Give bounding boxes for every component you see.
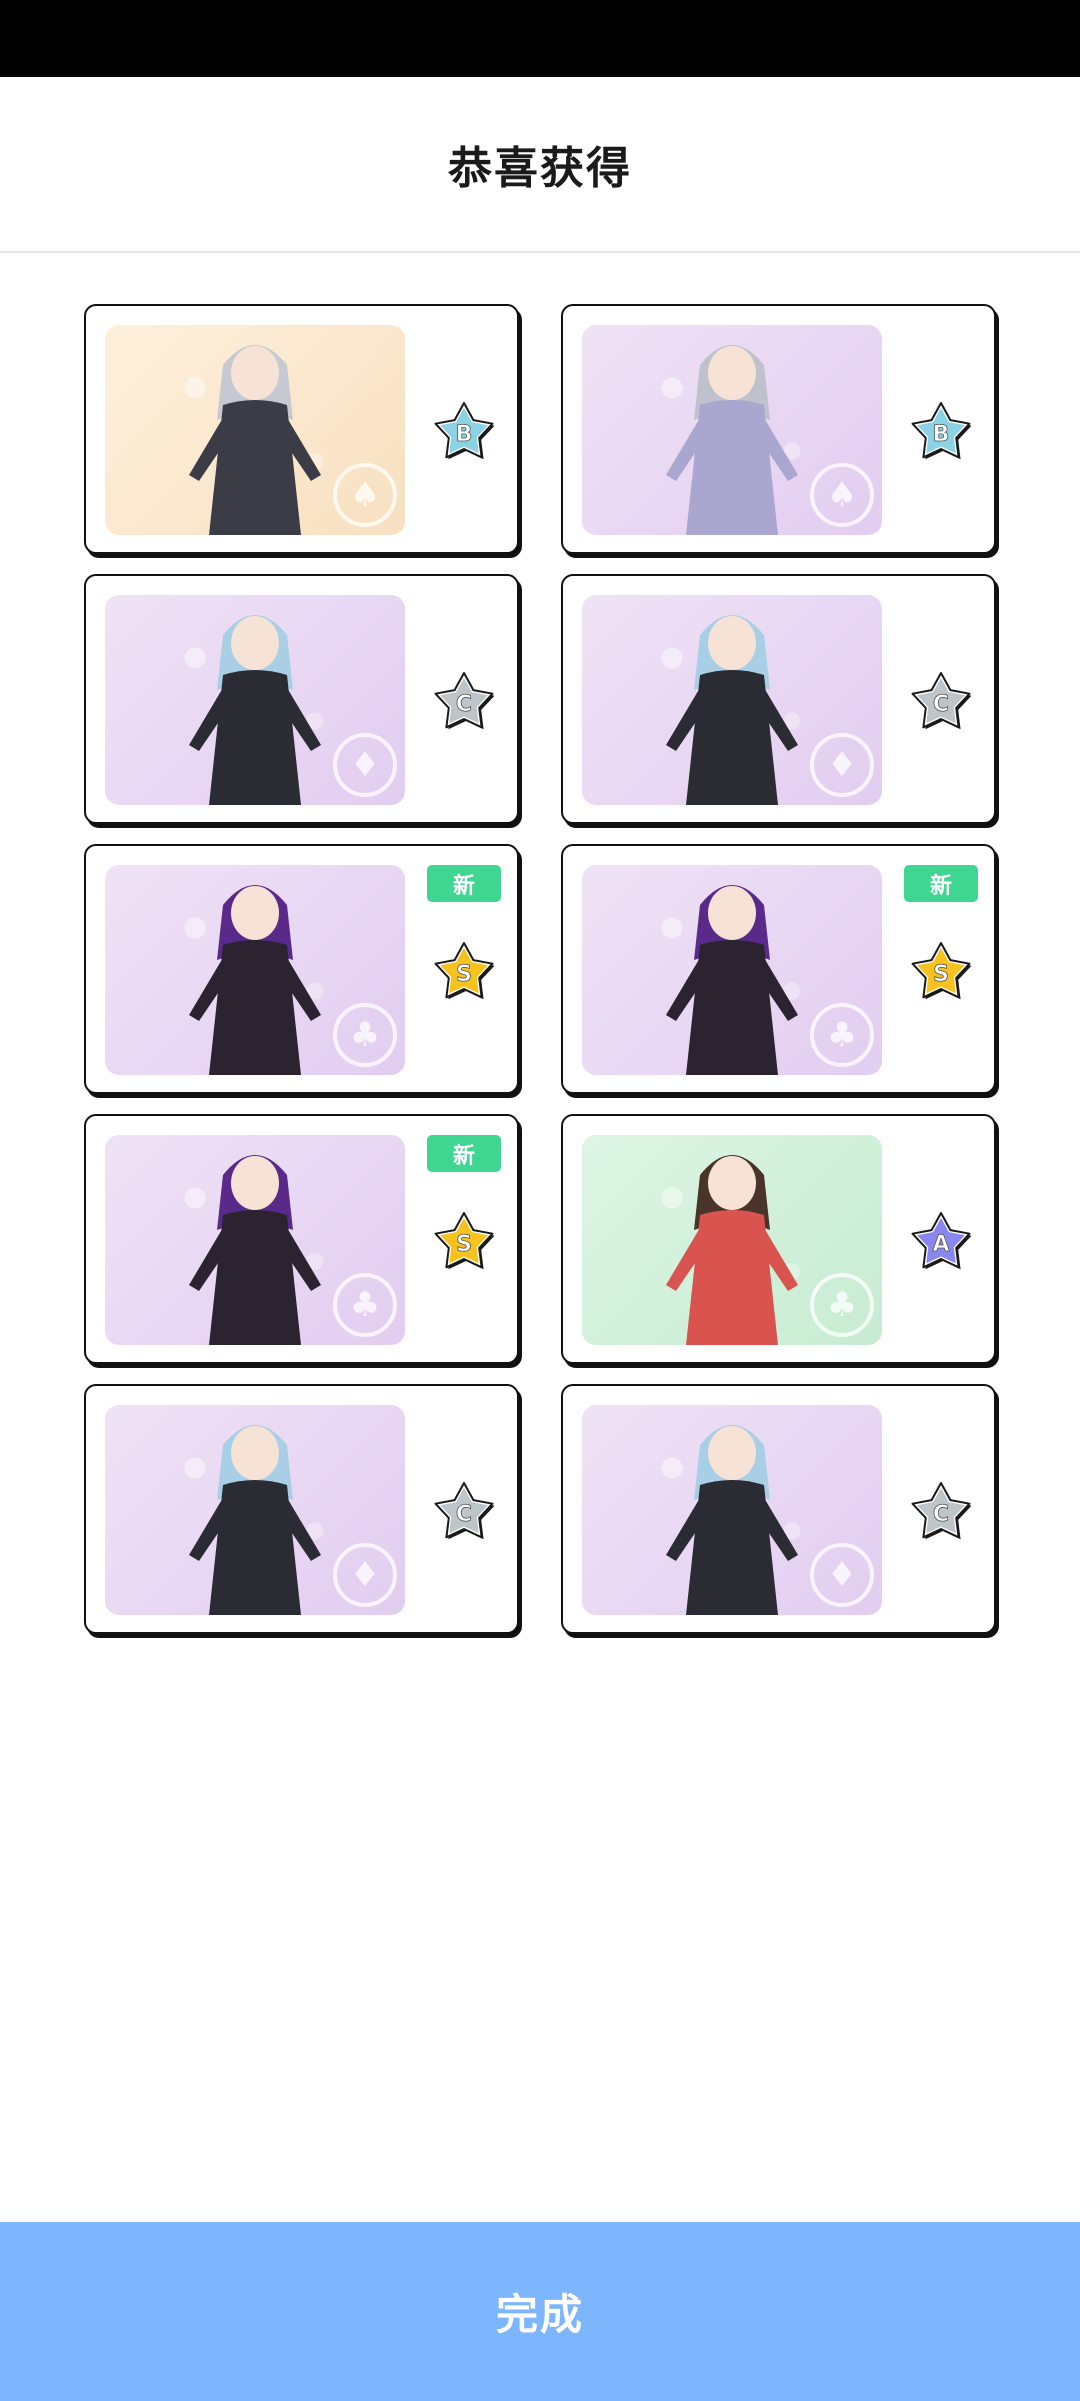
header: 恭喜获得	[0, 77, 1080, 253]
done-button[interactable]: 完成	[0, 2222, 1080, 2401]
rank-letter: C	[933, 692, 949, 717]
rank-letter: S	[456, 962, 472, 987]
page-title: 恭喜获得	[448, 143, 632, 194]
rank-star-icon: S	[911, 942, 972, 1000]
new-badge: 新	[427, 1135, 501, 1172]
reward-card[interactable]: ♠ B	[84, 304, 519, 554]
character-thumbnail: ♠	[582, 325, 882, 535]
diamond-icon: ♦	[333, 1543, 397, 1607]
rank-star-icon: C	[434, 672, 495, 730]
rank-letter: C	[933, 1502, 949, 1527]
status-bar	[0, 0, 1080, 77]
character-thumbnail: ♦	[105, 1405, 405, 1615]
character-thumbnail: ♠	[105, 325, 405, 535]
rank-letter: B	[456, 422, 473, 447]
reward-card[interactable]: ♣ A	[561, 1114, 996, 1364]
rank-star-icon: B	[911, 402, 972, 460]
diamond-icon: ♦	[810, 733, 874, 797]
rank-letter: C	[456, 1502, 472, 1527]
character-thumbnail: ♦	[105, 595, 405, 805]
club-icon: ♣	[810, 1273, 874, 1337]
reward-card[interactable]: ♦ C	[84, 574, 519, 824]
reward-card[interactable]: ♣ 新 S	[84, 1114, 519, 1364]
new-badge: 新	[427, 865, 501, 902]
rank-star-icon: C	[434, 1482, 495, 1540]
reward-card[interactable]: ♦ C	[84, 1384, 519, 1634]
done-button-label: 完成	[495, 2290, 584, 2339]
diamond-icon: ♦	[333, 733, 397, 797]
character-thumbnail: ♦	[582, 595, 882, 805]
rank-star-icon: A	[911, 1212, 972, 1270]
character-thumbnail: ♣	[105, 1135, 405, 1345]
spade-icon: ♠	[333, 463, 397, 527]
spade-icon: ♠	[810, 463, 874, 527]
reward-card[interactable]: ♦ C	[561, 1384, 996, 1634]
reward-grid: ♠ B ♠ B ♦ C ♦ C ♣ 新 S ♣ 新 S ♣ 新 S ♣ A ♦ C ♦ C	[84, 304, 996, 1634]
rank-star-icon: S	[434, 1212, 495, 1270]
reward-card[interactable]: ♣ 新 S	[561, 844, 996, 1094]
rank-letter: C	[456, 692, 472, 717]
rank-star-icon: C	[911, 672, 972, 730]
rank-letter: S	[933, 962, 949, 987]
reward-card[interactable]: ♦ C	[561, 574, 996, 824]
new-badge: 新	[904, 865, 978, 902]
reward-card[interactable]: ♣ 新 S	[84, 844, 519, 1094]
rank-star-icon: S	[434, 942, 495, 1000]
rank-star-icon: C	[911, 1482, 972, 1540]
rank-letter: S	[456, 1232, 472, 1257]
reward-card[interactable]: ♠ B	[561, 304, 996, 554]
character-thumbnail: ♣	[582, 865, 882, 1075]
character-thumbnail: ♣	[582, 1135, 882, 1345]
character-thumbnail: ♣	[105, 865, 405, 1075]
rank-star-icon: B	[434, 402, 495, 460]
diamond-icon: ♦	[810, 1543, 874, 1607]
rank-letter: A	[932, 1232, 949, 1257]
rank-letter: B	[933, 422, 950, 447]
character-thumbnail: ♦	[582, 1405, 882, 1615]
club-icon: ♣	[810, 1003, 874, 1067]
club-icon: ♣	[333, 1003, 397, 1067]
club-icon: ♣	[333, 1273, 397, 1337]
